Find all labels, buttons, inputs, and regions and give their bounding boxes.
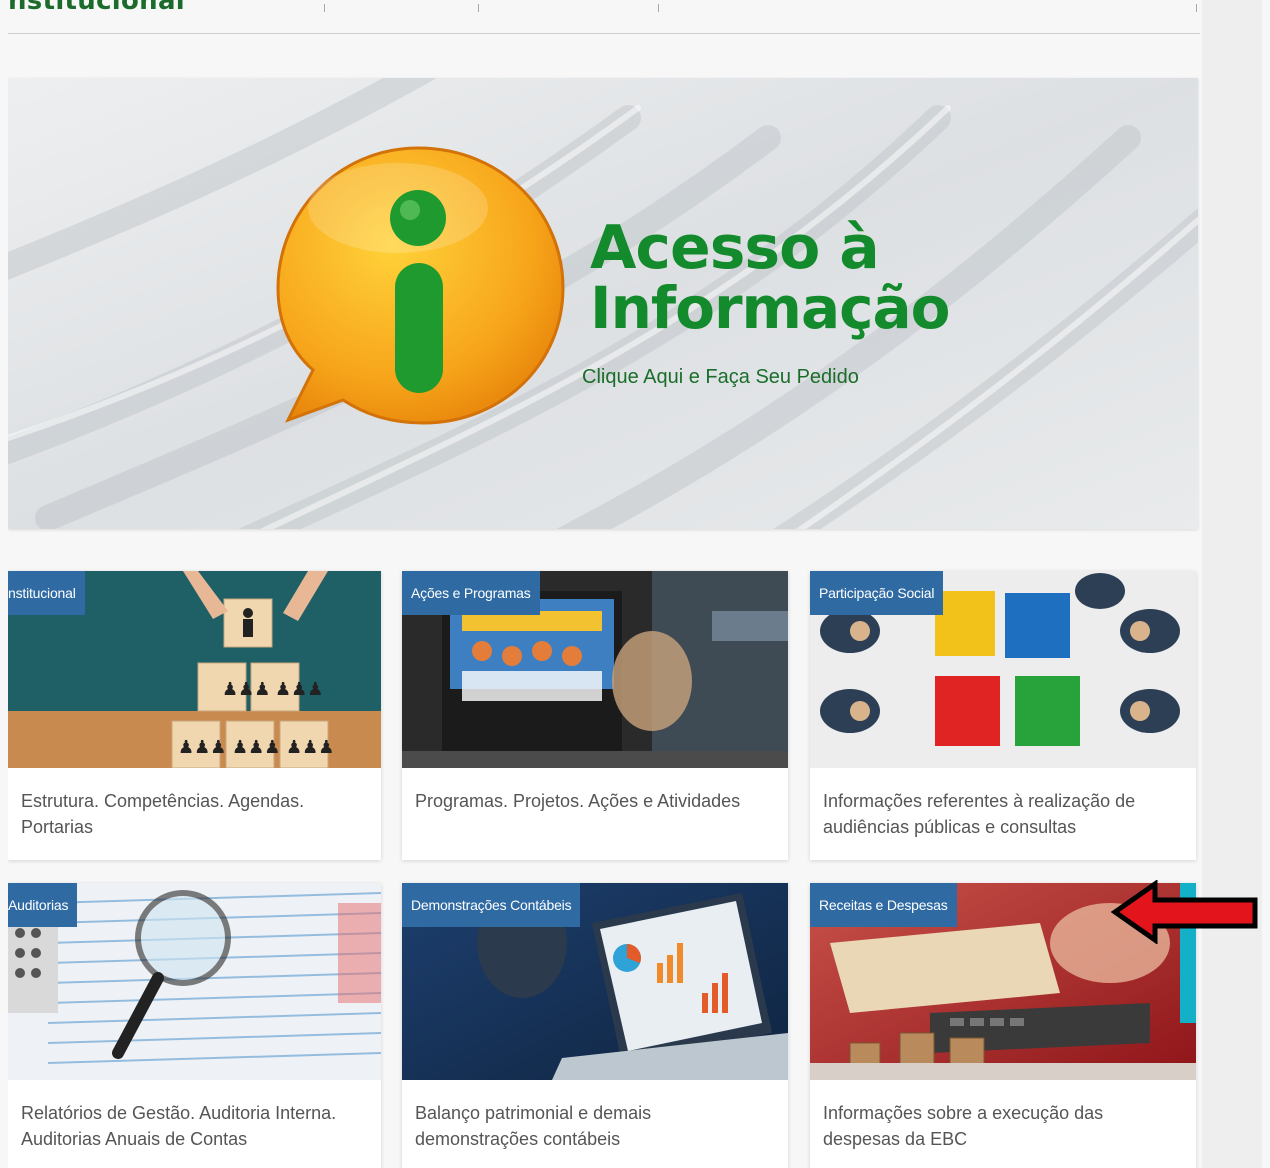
svg-text:♟♟♟: ♟♟♟: [286, 737, 334, 758]
card-description: Estrutura. Competências. Agendas. Portar…: [21, 791, 305, 837]
card-description: Informações sobre a execução das despesa…: [823, 1103, 1104, 1149]
card-demonstracoes-contabeis[interactable]: Demonstrações Contábeis Balanço patrimon…: [402, 883, 788, 1168]
card-tag: nstitucional: [8, 571, 85, 615]
card-image-acoes-programas: Ações e Programas: [402, 571, 788, 768]
banner-title-line2: Informação: [590, 274, 950, 343]
page-title: nstitucional: [8, 0, 186, 16]
card-description: Balanço patrimonial e demais demonstraçõ…: [415, 1103, 652, 1149]
card-tag: Receitas e Despesas: [810, 883, 957, 927]
menu-divider: [658, 4, 659, 12]
card-image-auditorias: Auditorias: [8, 883, 381, 1080]
svg-text:♟♟♟: ♟♟♟: [232, 737, 280, 758]
acesso-informacao-banner[interactable]: Acesso à Informação Clique Aqui e Faça S…: [8, 78, 1198, 529]
menu-divider: [1196, 4, 1197, 12]
card-tag: Ações e Programas: [402, 571, 540, 615]
card-participacao-social[interactable]: Participação Social Informações referent…: [810, 571, 1196, 860]
banner-title-line1: Acesso à: [590, 213, 880, 283]
svg-text:♟♟♟: ♟♟♟: [178, 737, 226, 758]
card-image-institucional: ♟♟♟ ♟♟♟ ♟♟♟ ♟♟♟ ♟♟♟ nstitucional: [8, 571, 381, 768]
card-description: Programas. Projetos. Ações e Atividades: [415, 791, 741, 811]
card-tag: Auditorias: [8, 883, 78, 927]
svg-text:♟♟♟: ♟♟♟: [275, 679, 323, 700]
card-auditorias[interactable]: Auditorias Relatórios de Gestão. Auditor…: [8, 883, 381, 1168]
card-institucional[interactable]: ♟♟♟ ♟♟♟ ♟♟♟ ♟♟♟ ♟♟♟ nstitucional Estrutu…: [8, 571, 381, 860]
banner-heading: Acesso à Informação: [590, 213, 950, 343]
card-tag: Demonstrações Contábeis: [402, 883, 581, 927]
page-content: nstitucional Acesso à Informação Clique …: [8, 0, 1270, 1168]
svg-text:♟♟♟: ♟♟♟: [222, 679, 270, 700]
menu-divider: [478, 4, 479, 12]
card-acoes-programas[interactable]: Ações e Programas Programas. Projetos. A…: [402, 571, 788, 860]
menu-divider: [324, 4, 325, 12]
card-image-demonstracoes-contabeis: Demonstrações Contábeis: [402, 883, 788, 1080]
info-bubble-logo: [276, 146, 565, 425]
card-description: Informações referentes à realização de a…: [823, 791, 1136, 837]
card-description: Relatórios de Gestão. Auditoria Interna.…: [21, 1103, 337, 1149]
red-arrow-icon: [1111, 880, 1258, 944]
card-image-participacao-social: Participação Social: [810, 571, 1196, 768]
banner-subtitle: Clique Aqui e Faça Seu Pedido: [582, 366, 859, 388]
section-header: nstitucional: [8, 0, 1200, 34]
card-tag: Participação Social: [810, 571, 944, 615]
